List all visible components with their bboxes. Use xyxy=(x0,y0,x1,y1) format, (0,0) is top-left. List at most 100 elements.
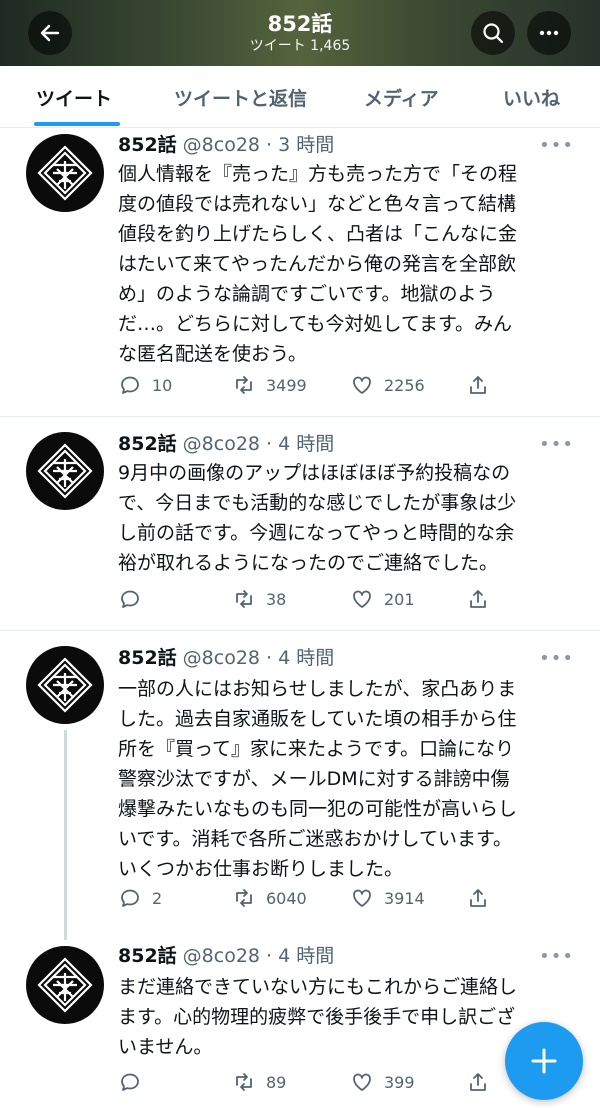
tweet-more-icon[interactable]: ••• xyxy=(539,137,574,155)
more-button[interactable] xyxy=(527,11,571,55)
tweet-text-line: はたいて来てやったんだから俺の発言を全部飲 xyxy=(118,253,517,275)
tweet-text-line: した。過去自家通販をしていた頃の相手から住 xyxy=(118,708,517,730)
profile-header: 852話 ツイート 1,465 xyxy=(0,0,600,66)
share-button[interactable] xyxy=(466,370,500,400)
retweet-count: 89 xyxy=(266,1072,287,1092)
reply-count: 10 xyxy=(152,375,173,395)
retweet-icon xyxy=(236,889,252,907)
compose-tweet-button[interactable] xyxy=(505,1022,583,1100)
handle-time: @8co28 · 4 時間 xyxy=(182,433,335,455)
tweet-text-line: いくつかお仕事お断りしました。 xyxy=(118,858,404,880)
like-count: 3914 xyxy=(384,888,425,908)
avatar[interactable] xyxy=(26,646,104,724)
tweet-text-line: な匿名配送を使おう。 xyxy=(118,343,307,365)
tab-tweets-and-replies[interactable]: ツイートと返信 xyxy=(174,66,307,128)
user-name[interactable]: 852話 xyxy=(118,945,177,967)
tweet-actions: 38 201 xyxy=(118,584,508,614)
user-name[interactable]: 852話 xyxy=(118,134,177,156)
tweet[interactable]: 852話 @8co28 · 3 時間 ••• 個人情報を『売った』方も売った方で「… xyxy=(0,129,600,417)
user-name[interactable]: 852話 xyxy=(118,647,177,669)
tweet-text-line: ます。心的物理的疲弊で後手後手で申し訳ござ xyxy=(118,1006,516,1028)
heart-icon xyxy=(353,889,371,907)
tweet-text: まだ連絡できていない方にもこれからご連絡し ます。心的物理的疲弊で後手後手で申し… xyxy=(118,972,570,1062)
tweet-text: 9月中の画像のアップはほぼほぼ予約投稿なの で、今日までも活動的な感じでしたが事… xyxy=(118,458,570,578)
avatar[interactable] xyxy=(26,432,104,510)
tab-tweets[interactable]: ツイート xyxy=(36,66,112,128)
tweet-more-icon[interactable]: ••• xyxy=(539,650,574,668)
tweet-more-icon[interactable]: ••• xyxy=(539,436,574,454)
share-button[interactable] xyxy=(466,584,500,614)
tweet-text-line: 度の値段では売れない」などと色々言って結構 xyxy=(118,193,517,215)
share-button[interactable] xyxy=(466,883,500,913)
handle-time: @8co28 · 3 時間 xyxy=(182,134,335,156)
profile-tabs: ツイート ツイートと返信 メディア いいね xyxy=(0,66,600,128)
user-name[interactable]: 852話 xyxy=(118,433,177,455)
avatar-logo-icon xyxy=(37,145,93,201)
share-button[interactable] xyxy=(466,1067,500,1097)
search-icon xyxy=(483,23,504,44)
tweet-text-line: 9月中の画像のアップはほぼほぼ予約投稿なの xyxy=(118,462,511,484)
header-title: 852話 ツイート 1,465 xyxy=(250,11,351,55)
reply-icon xyxy=(121,1073,139,1091)
avatar-logo-icon xyxy=(37,657,93,713)
tweet-actions: 89 399 xyxy=(118,1067,508,1097)
like-count: 201 xyxy=(384,589,415,609)
like-button[interactable]: 3914 xyxy=(350,883,425,913)
retweet-icon xyxy=(236,590,252,608)
more-horizontal-icon xyxy=(539,30,559,36)
retweet-icon xyxy=(236,376,252,394)
tweet-text-line: いません。 xyxy=(118,1036,213,1058)
tweet-text-line: 警察沙汰ですが、メールDMに対する誹謗中傷 xyxy=(118,768,510,790)
retweet-count: 6040 xyxy=(266,888,307,908)
avatar[interactable] xyxy=(26,946,104,1024)
compose-plus-icon xyxy=(531,1048,557,1074)
heart-icon xyxy=(353,590,371,608)
tweet-text-line: め」のような論調ですごいです。地獄のよう xyxy=(118,283,496,305)
share-icon xyxy=(470,889,486,907)
avatar-logo-icon xyxy=(37,957,93,1013)
retweet-count: 3499 xyxy=(266,375,307,395)
tab-likes[interactable]: いいね xyxy=(503,66,560,128)
back-button[interactable] xyxy=(28,11,72,55)
search-button[interactable] xyxy=(471,11,515,55)
tweet-text-line: 一部の人にはお知らせしましたが、家凸ありま xyxy=(118,678,517,700)
reply-icon xyxy=(121,889,139,907)
retweet-icon xyxy=(236,1073,252,1091)
reply-button[interactable] xyxy=(118,584,152,614)
profile-name: 852話 xyxy=(267,12,333,36)
tweet-actions: 2 6040 3914 xyxy=(118,883,508,913)
tab-media[interactable]: メディア xyxy=(364,66,439,128)
reply-button[interactable]: 2 xyxy=(118,883,162,913)
reply-icon xyxy=(121,376,139,394)
tweet-text-line: し前の話です。今週になってやっと時間的な余 xyxy=(118,522,515,544)
tweet-text-line: で、今日までも活動的な感じでしたが事象は少 xyxy=(118,492,517,514)
like-button[interactable]: 2256 xyxy=(350,370,425,400)
reply-button[interactable] xyxy=(118,1067,152,1097)
tweet-actions: 10 3499 2256 xyxy=(118,370,508,400)
like-button[interactable]: 399 xyxy=(350,1067,415,1097)
retweet-count: 38 xyxy=(266,589,287,609)
share-icon xyxy=(470,1073,486,1091)
handle-time: @8co28 · 4 時間 xyxy=(182,647,335,669)
tweet-count: ツイート 1,465 xyxy=(249,38,351,54)
tweet-text-line: 個人情報を『売った』方も売った方で「その程 xyxy=(118,163,518,185)
reply-button[interactable]: 10 xyxy=(118,370,172,400)
retweet-button[interactable]: 89 xyxy=(232,1067,286,1097)
avatar[interactable] xyxy=(26,134,104,212)
thread-connector-line xyxy=(64,730,67,940)
retweet-button[interactable]: 6040 xyxy=(232,883,307,913)
tweet-more-icon[interactable]: ••• xyxy=(539,948,574,966)
heart-icon xyxy=(353,376,371,394)
tweet-text-line: 所を『買って』家に来たようです。口論になり xyxy=(118,738,515,760)
retweet-button[interactable]: 38 xyxy=(232,584,286,614)
tweet-text-line: いです。消耗で各所ご迷惑おかけしています。 xyxy=(118,828,513,850)
like-count: 2256 xyxy=(384,375,425,395)
tweet[interactable]: 852話 @8co28 · 4 時間 ••• 一部の人にはお知らせしましたが、家凸… xyxy=(0,632,600,940)
retweet-button[interactable]: 3499 xyxy=(232,370,307,400)
tweet[interactable]: 852話 @8co28 · 4 時間 ••• 9月中の画像のアップはほぼほぼ予約投… xyxy=(0,418,600,631)
like-count: 399 xyxy=(384,1072,415,1092)
arrow-left-icon xyxy=(40,24,60,42)
tweet-text: 個人情報を『売った』方も売った方で「その程 度の値段では売れない」などと色々言っ… xyxy=(118,159,570,369)
like-button[interactable]: 201 xyxy=(350,584,415,614)
tweet-text-line: 爆撃みたいなものも同一犯の可能性が高いらし xyxy=(118,798,518,820)
